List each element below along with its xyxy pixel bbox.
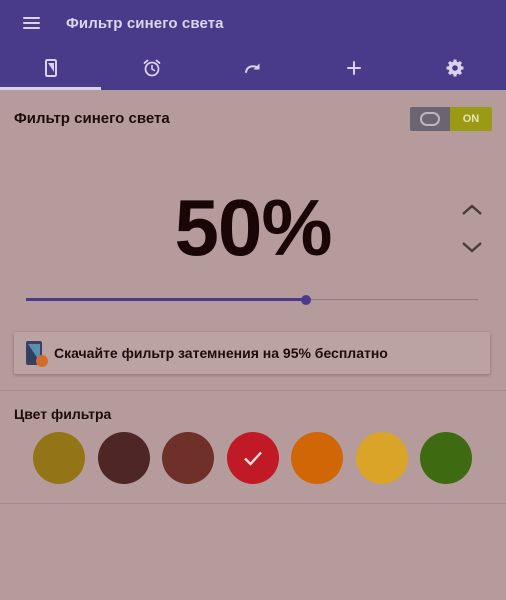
- color-swatch[interactable]: [162, 432, 214, 484]
- gear-icon: [446, 59, 464, 77]
- tab-settings[interactable]: [405, 46, 506, 90]
- dimmer-app-icon: [26, 341, 48, 367]
- tab-schedule[interactable]: [101, 46, 202, 90]
- decrease-button[interactable]: [458, 237, 486, 259]
- divider: [0, 390, 506, 391]
- menu-button[interactable]: [0, 0, 62, 46]
- color-swatch[interactable]: [291, 432, 343, 484]
- tab-add[interactable]: [304, 46, 405, 90]
- promo-card[interactable]: Скачайте фильтр затемнения на 95% беспла…: [14, 332, 490, 374]
- color-swatch[interactable]: [97, 432, 150, 484]
- tab-redo[interactable]: [202, 46, 303, 90]
- plus-icon: [347, 61, 362, 75]
- app-bar: Фильтр синего света: [0, 0, 506, 46]
- tab-bar: [0, 46, 506, 90]
- toggle-off-segment: [410, 107, 450, 131]
- slider-thumb[interactable]: [301, 295, 312, 305]
- filter-color-label: Цвет фильтра: [14, 406, 112, 422]
- color-swatch[interactable]: [226, 432, 279, 484]
- filter-toggle-switch[interactable]: ON: [410, 107, 492, 131]
- color-swatch[interactable]: [33, 432, 85, 484]
- chevron-down-icon: [462, 242, 482, 253]
- filter-toggle-row: Фильтр синего света ON: [0, 90, 506, 146]
- alarm-clock-icon: [143, 59, 161, 77]
- increase-button[interactable]: [458, 198, 486, 220]
- tab-filter[interactable]: [0, 46, 102, 90]
- color-swatches: [0, 432, 506, 484]
- chevron-up-icon: [462, 204, 482, 215]
- filter-label: Фильтр синего света: [14, 109, 170, 127]
- intensity-percent: 50%: [174, 183, 332, 272]
- hamburger-menu-icon: [22, 17, 40, 29]
- checkmark-icon: [243, 451, 262, 466]
- redo-arrow-icon: [245, 63, 260, 73]
- color-swatch[interactable]: [355, 432, 408, 484]
- app-title: Фильтр синего света: [66, 14, 224, 32]
- toggle-off-icon: [420, 112, 440, 126]
- promo-text: Скачайте фильтр затемнения на 95% беспла…: [54, 345, 388, 361]
- color-swatch[interactable]: [420, 432, 472, 484]
- toggle-on-label: ON: [450, 107, 492, 131]
- intensity-slider[interactable]: [26, 290, 478, 310]
- phone-filter-icon: [44, 59, 57, 77]
- slider-fill: [26, 298, 307, 301]
- divider: [0, 503, 506, 504]
